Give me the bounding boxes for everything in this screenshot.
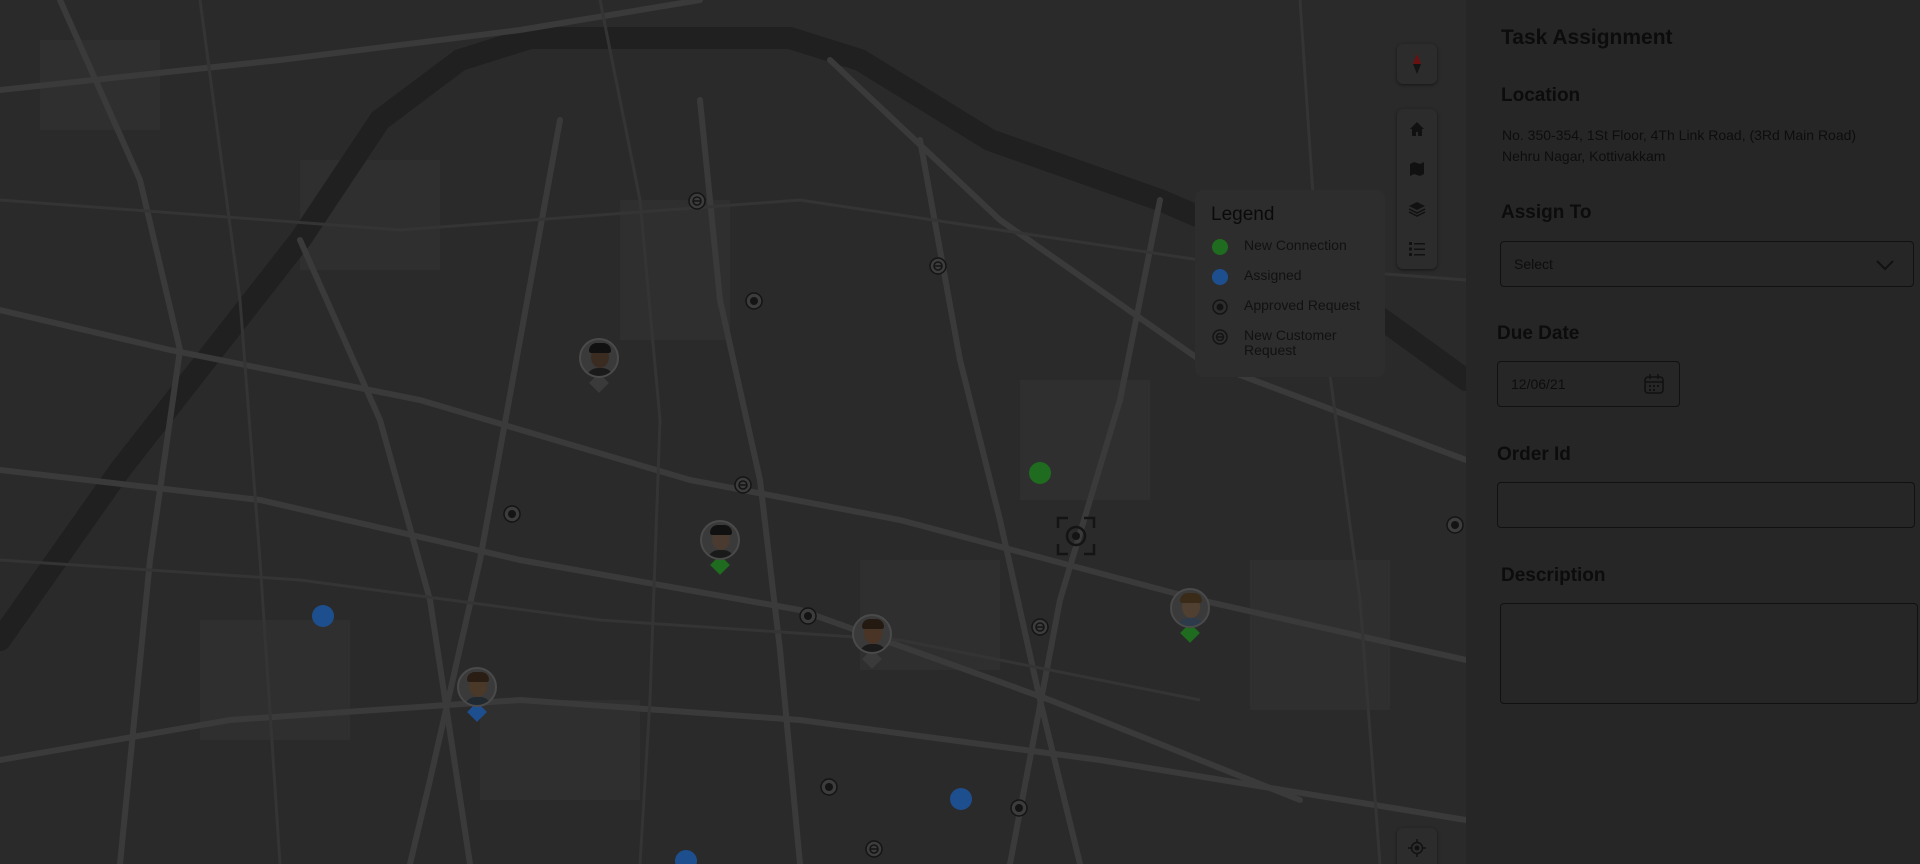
legend-item-approved-request: Approved Request — [1211, 298, 1364, 316]
calendar-icon[interactable] — [1643, 373, 1665, 395]
home-icon — [1410, 122, 1424, 136]
assign-to-label: Assign To — [1501, 202, 1592, 223]
assigned-dot[interactable] — [950, 788, 972, 810]
task-assignment-panel: Task Assignment Location No. 350-354, 1S… — [1466, 0, 1920, 864]
assign-to-value: Select — [1514, 256, 1553, 272]
list-button[interactable] — [1397, 229, 1437, 269]
legend-label: Assigned — [1244, 267, 1302, 283]
due-date-value: 12/06/21 — [1511, 376, 1566, 392]
locate-icon — [1408, 839, 1426, 857]
technician-pin[interactable] — [457, 667, 497, 722]
legend-item-assigned: Assigned — [1211, 268, 1364, 286]
building-block — [480, 700, 640, 800]
avatar — [700, 520, 740, 560]
assign-to-select[interactable]: Select — [1500, 241, 1914, 287]
avatar — [457, 667, 497, 707]
app: Legend New Connection Assigned Approved … — [0, 0, 1920, 864]
location-address: No. 350-354, 1St Floor, 4Th Link Road, (… — [1502, 125, 1912, 167]
assigned-dot[interactable] — [312, 605, 334, 627]
approved-request-icon — [1212, 299, 1228, 315]
avatar — [579, 338, 619, 378]
approved-request-marker[interactable] — [819, 777, 839, 797]
technician-pin[interactable] — [579, 338, 619, 393]
technician-pin[interactable] — [852, 614, 892, 669]
new-customer-request-marker[interactable] — [687, 191, 707, 211]
compass-button[interactable] — [1397, 44, 1437, 84]
legend-label: New Customer Request — [1244, 327, 1337, 358]
map-button[interactable] — [1397, 149, 1437, 189]
compass-control[interactable] — [1397, 44, 1437, 84]
order-id-input[interactable] — [1497, 482, 1915, 528]
description-textarea[interactable] — [1500, 603, 1918, 704]
target-icon[interactable] — [1056, 516, 1096, 556]
legend-item-new-customer-request: New Customer Request — [1211, 328, 1364, 358]
address-line-1: No. 350-354, 1St Floor, 4Th Link Road, (… — [1502, 127, 1857, 143]
location-label: Location — [1501, 85, 1581, 106]
locate-control[interactable] — [1397, 828, 1437, 864]
street — [0, 467, 1303, 803]
new-customer-request-marker[interactable] — [928, 256, 948, 276]
approved-request-marker[interactable] — [1009, 798, 1029, 818]
panel-title: Task Assignment — [1501, 26, 1673, 49]
street — [297, 237, 473, 864]
technician-pin[interactable] — [1170, 588, 1210, 643]
approved-request-marker[interactable] — [502, 504, 522, 524]
new-customer-request-marker[interactable] — [864, 839, 884, 859]
street-map — [0, 0, 1466, 864]
list-icon — [1409, 242, 1425, 256]
order-id-label: Order Id — [1497, 444, 1571, 465]
technician-pin[interactable] — [700, 520, 740, 575]
assigned-dot-icon — [1212, 269, 1228, 285]
approved-request-marker[interactable] — [798, 606, 818, 626]
locate-button[interactable] — [1397, 828, 1437, 864]
avatar — [852, 614, 892, 654]
due-date-label: Due Date — [1497, 323, 1580, 344]
street — [0, 558, 1201, 702]
legend-label: New Connection — [1244, 237, 1347, 253]
layers-icon — [1408, 202, 1426, 217]
new-connection-dot-icon — [1212, 239, 1228, 255]
new-customer-request-marker[interactable] — [733, 475, 753, 495]
compass-icon — [1413, 54, 1421, 74]
approved-request-marker[interactable] — [1445, 515, 1465, 535]
approved-request-marker[interactable] — [744, 291, 764, 311]
map-legend: Legend New Connection Assigned Approved … — [1195, 190, 1385, 377]
map-view[interactable]: Legend New Connection Assigned Approved … — [0, 0, 1466, 864]
map-tool-group — [1397, 109, 1437, 269]
due-date-field[interactable]: 12/06/21 — [1497, 361, 1680, 407]
description-label: Description — [1501, 565, 1606, 586]
layers-button[interactable] — [1397, 189, 1437, 229]
new-customer-request-icon — [1212, 329, 1228, 345]
chevron-down-icon — [1876, 260, 1894, 271]
home-button[interactable] — [1397, 109, 1437, 149]
building-block — [1250, 560, 1390, 710]
map-icon — [1410, 162, 1424, 176]
legend-item-new-connection: New Connection — [1211, 238, 1364, 256]
avatar — [1170, 588, 1210, 628]
legend-title: Legend — [1211, 204, 1275, 225]
new-customer-request-marker[interactable] — [1030, 617, 1050, 637]
address-line-2: Nehru Nagar, Kottivakkam — [1502, 148, 1666, 164]
legend-label: Approved Request — [1244, 297, 1360, 313]
new-connection-dot[interactable] — [1029, 462, 1051, 484]
street — [1298, 0, 1382, 864]
